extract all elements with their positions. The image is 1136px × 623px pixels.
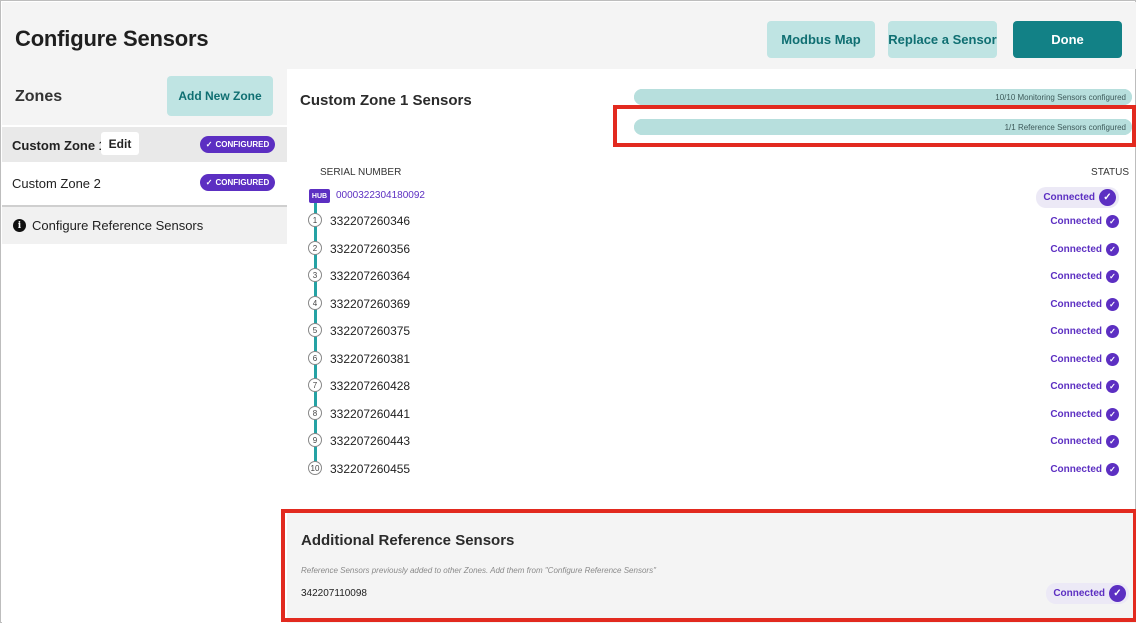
column-header-serial: SERIAL NUMBER [320, 167, 402, 178]
highlight-box [613, 105, 1136, 147]
sensor-status: Connected ✓ [1050, 406, 1119, 422]
sensor-serial: 332207260364 [330, 269, 411, 283]
sensor-status: Connected ✓ [1050, 268, 1119, 284]
check-icon: ✓ [1106, 214, 1119, 228]
app-window: Configure Sensors Modbus Map Replace a S… [0, 0, 1136, 623]
sensor-serial: 332207260346 [330, 214, 411, 228]
check-icon: ✓ [1106, 352, 1119, 366]
configured-badge: ✓ CONFIGURED [200, 174, 275, 191]
sensor-number: 9 [308, 433, 322, 447]
check-icon: ✓ [1106, 407, 1119, 421]
page-title: Configure Sensors [15, 26, 209, 51]
sensor-status: Connected ✓ [1050, 213, 1119, 229]
zone-sensors-title: Custom Zone 1 Sensors [300, 92, 472, 109]
sensor-status: Connected ✓ [1050, 296, 1119, 312]
replace-sensor-button[interactable]: Replace a Sensor [888, 21, 997, 58]
sensor-status: Connected ✓ [1050, 351, 1119, 367]
sensor-serial: 332207260369 [330, 297, 411, 311]
sensor-serial: 332207260428 [330, 379, 411, 393]
sensor-number: 8 [308, 406, 322, 420]
sensor-number: 7 [308, 378, 322, 392]
sensor-status: Connected ✓ [1050, 433, 1119, 449]
sensor-serial: 332207260381 [330, 352, 411, 366]
zone-name: Custom Zone 1 [12, 138, 106, 153]
sensor-number: 5 [308, 323, 322, 337]
sensor-status: Connected ✓ [1050, 241, 1119, 257]
zone-name: Custom Zone 2 [12, 176, 101, 191]
progress-label: 10/10 Monitoring Sensors configured [995, 92, 1126, 102]
sensor-serial: 332207260443 [330, 434, 411, 448]
check-icon: ✓ [1106, 434, 1119, 448]
zones-header: Zones Add New Zone [2, 69, 287, 125]
sensor-serial: 332207260356 [330, 242, 411, 256]
modbus-map-button[interactable]: Modbus Map [767, 21, 875, 58]
check-icon: ✓ [1099, 189, 1116, 206]
header-bar: Configure Sensors Modbus Map Replace a S… [2, 2, 1136, 69]
sensor-number: 4 [308, 296, 322, 310]
sensor-number: 3 [308, 268, 322, 282]
configure-reference-sensors-item[interactable]: i Configure Reference Sensors [2, 207, 287, 244]
monitoring-progress-bar: 10/10 Monitoring Sensors configured [634, 89, 1132, 105]
hub-serial[interactable]: 0000322304180092 [336, 190, 425, 201]
check-icon: ✓ [205, 140, 213, 149]
check-icon: ✓ [1106, 379, 1119, 393]
add-new-zone-button[interactable]: Add New Zone [167, 76, 273, 116]
info-icon: i [13, 219, 26, 232]
sensor-serial: 332207260375 [330, 324, 411, 338]
highlight-box [281, 509, 1136, 622]
column-header-status: STATUS [1091, 167, 1129, 178]
sensor-number: 2 [308, 241, 322, 255]
configured-badge: ✓ CONFIGURED [200, 136, 275, 153]
sensor-status: Connected ✓ [1050, 323, 1119, 339]
zone-item-custom-zone-2[interactable]: Custom Zone 2 ✓ CONFIGURED [2, 165, 287, 200]
sensor-serial: 332207260455 [330, 462, 411, 476]
zones-title: Zones [15, 88, 63, 105]
sensor-number: 10 [308, 461, 322, 475]
sensor-serial: 332207260441 [330, 407, 411, 421]
sensor-status: Connected ✓ [1050, 461, 1119, 477]
sensor-number: 1 [308, 213, 322, 227]
edit-zone-button[interactable]: Edit [101, 132, 139, 155]
check-icon: ✓ [1106, 242, 1119, 256]
reference-sensors-label: Configure Reference Sensors [32, 218, 204, 233]
done-button[interactable]: Done [1013, 21, 1122, 58]
zones-sidebar: Zones Add New Zone Custom Zone 1 Edit ✓ … [2, 69, 287, 623]
sensor-status: Connected ✓ [1050, 378, 1119, 394]
check-icon: ✓ [1106, 462, 1119, 476]
zone-item-custom-zone-1[interactable]: Custom Zone 1 Edit ✓ CONFIGURED [2, 127, 287, 162]
check-icon: ✓ [1106, 324, 1119, 338]
hub-tag: HUB [309, 189, 330, 203]
check-icon: ✓ [1106, 297, 1119, 311]
sensor-number: 6 [308, 351, 322, 365]
check-icon: ✓ [205, 178, 213, 187]
hub-status: Connected ✓ [1036, 187, 1119, 208]
check-icon: ✓ [1106, 269, 1119, 283]
